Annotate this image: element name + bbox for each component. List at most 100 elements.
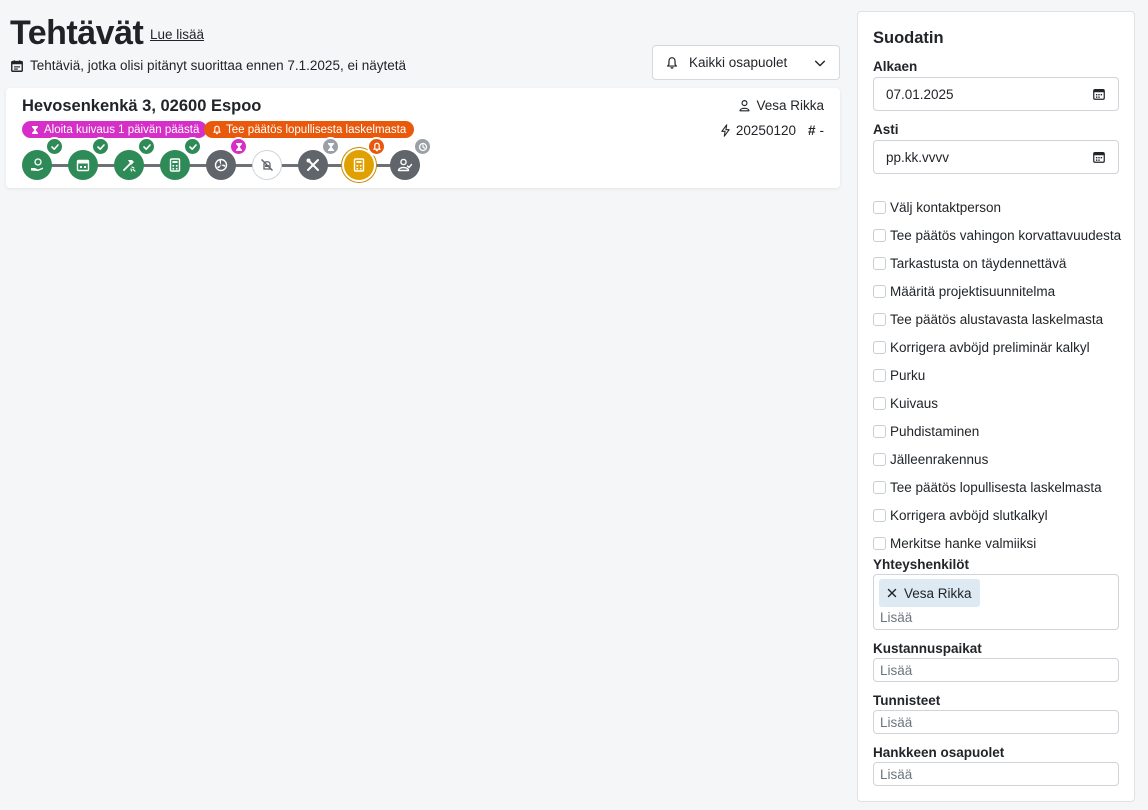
close-icon[interactable] bbox=[887, 588, 897, 598]
checkbox-item[interactable]: Tee päätös alustavasta laskelmasta bbox=[873, 305, 1133, 333]
parties-select-value: Kaikki osapuolet bbox=[689, 55, 788, 70]
checkbox-label: Määritä projektisuunnitelma bbox=[890, 283, 1056, 299]
checkbox-item[interactable]: Kuivaus bbox=[873, 389, 1133, 417]
step-approval[interactable] bbox=[390, 137, 432, 180]
calendar-icon[interactable] bbox=[1092, 87, 1106, 101]
step-mark bbox=[91, 137, 110, 156]
badge-label: Aloita kuivaus 1 päivän päästä bbox=[44, 123, 200, 136]
to-label: Asti bbox=[873, 122, 899, 137]
step-drying[interactable] bbox=[206, 137, 248, 180]
from-date-input[interactable]: 07.01.2025 bbox=[873, 77, 1119, 111]
project-parties-input[interactable]: Lisää bbox=[873, 762, 1119, 786]
step-mark bbox=[45, 137, 64, 156]
checkbox-item[interactable]: Tarkastusta on täydennettävä bbox=[873, 249, 1133, 277]
checkbox[interactable] bbox=[873, 228, 886, 242]
hourglass-icon bbox=[235, 142, 242, 151]
task-address: Hevosenkenkä 3, 02600 Espoo bbox=[22, 97, 262, 115]
calendar-icon bbox=[76, 159, 90, 172]
tags-input[interactable]: Lisää bbox=[873, 710, 1119, 734]
checkbox-label: Kuivaus bbox=[890, 395, 939, 411]
checkbox[interactable] bbox=[873, 368, 886, 382]
checkbox[interactable] bbox=[873, 452, 886, 466]
check-icon bbox=[188, 143, 197, 150]
checkbox-label: Tee päätös vahingon korvattavuudesta bbox=[890, 227, 1122, 243]
calendar-icon[interactable] bbox=[1092, 150, 1106, 164]
contact-chip-label: Vesa Rikka bbox=[904, 585, 972, 601]
checkbox-item[interactable]: Merkitse hanke valmiiksi bbox=[873, 529, 1133, 557]
to-date-input[interactable]: pp.kk.vvvv bbox=[873, 140, 1119, 174]
bell-icon bbox=[667, 56, 677, 69]
badge-label: Tee päätös lopullisesta laskelmasta bbox=[226, 123, 407, 136]
checkbox-label: Merkitse hanke valmiiksi bbox=[890, 535, 1037, 551]
filter-panel: Suodatin Alkaen 07.01.2025 Asti pp.kk.vv… bbox=[857, 11, 1135, 802]
check-icon bbox=[50, 143, 59, 150]
checkbox-item[interactable]: Korrigera avböjd preliminär kalkyl bbox=[873, 333, 1133, 361]
project-parties-label: Hankkeen osapuolet bbox=[873, 745, 1005, 760]
step-final-estimate[interactable] bbox=[344, 137, 386, 180]
checkbox[interactable] bbox=[873, 396, 886, 410]
hourglass-icon bbox=[327, 142, 334, 151]
task-type-checklist: Välj kontaktperson Tee päätös vahingon k… bbox=[873, 193, 1133, 557]
workflow-steps bbox=[22, 137, 442, 183]
checkbox-label: Tee päätös alustavasta laskelmasta bbox=[890, 311, 1104, 327]
checkbox[interactable] bbox=[873, 480, 886, 494]
checkbox-item[interactable]: Välj kontaktperson bbox=[873, 193, 1133, 221]
checkbox[interactable] bbox=[873, 340, 886, 354]
step-preliminary-estimate[interactable] bbox=[160, 137, 202, 180]
task-person: Vesa Rikka bbox=[738, 98, 824, 113]
bell-icon bbox=[213, 125, 221, 134]
checkbox-item[interactable]: Määritä projektisuunnitelma bbox=[873, 277, 1133, 305]
hand-coin-icon bbox=[31, 158, 43, 171]
checkbox-item[interactable]: Purku bbox=[873, 361, 1133, 389]
checkbox[interactable] bbox=[873, 284, 886, 298]
task-id: 20250120 # - bbox=[719, 123, 824, 138]
step-mark bbox=[367, 137, 386, 156]
task-person-name: Vesa Rikka bbox=[756, 98, 824, 113]
check-icon bbox=[96, 143, 105, 150]
step-mark bbox=[321, 137, 340, 156]
checkbox-item[interactable]: Korrigera avböjd slutkalkyl bbox=[873, 501, 1133, 529]
lightning-icon bbox=[721, 124, 730, 137]
checkbox[interactable] bbox=[873, 424, 886, 438]
task-number-value: - bbox=[819, 123, 825, 138]
checkbox[interactable] bbox=[873, 256, 886, 270]
spray-off-icon bbox=[261, 159, 273, 171]
step-cleaning[interactable] bbox=[252, 150, 282, 180]
step-inspection[interactable] bbox=[114, 137, 156, 180]
notice-text: Tehtäviä, jotka olisi pitänyt suorittaa … bbox=[30, 58, 406, 73]
cost-centers-label: Kustannuspaikat bbox=[873, 641, 982, 656]
tools-icon bbox=[306, 158, 319, 171]
checkbox-item[interactable]: Tee päätös vahingon korvattavuudesta bbox=[873, 221, 1133, 249]
contact-chip[interactable]: Vesa Rikka bbox=[879, 579, 980, 607]
fan-icon bbox=[214, 158, 228, 172]
checkbox-label: Purku bbox=[890, 367, 926, 383]
checkbox-label: Välj kontaktperson bbox=[890, 199, 1002, 215]
checkbox[interactable] bbox=[873, 508, 886, 522]
checkbox-label: Tee päätös lopullisesta laskelmasta bbox=[890, 479, 1102, 495]
checkbox-item[interactable]: Tee päätös lopullisesta laskelmasta bbox=[873, 473, 1133, 501]
task-id-value: 20250120 bbox=[735, 123, 796, 138]
checkbox-item[interactable]: Puhdistaminen bbox=[873, 417, 1133, 445]
step-payment[interactable] bbox=[22, 137, 64, 180]
filter-title: Suodatin bbox=[873, 29, 944, 47]
calculator-icon bbox=[353, 158, 365, 172]
checkbox-item[interactable]: Jälleenrakennus bbox=[873, 445, 1133, 473]
contacts-input[interactable]: Vesa Rikka Lisää bbox=[873, 574, 1119, 630]
cost-centers-input[interactable]: Lisää bbox=[873, 658, 1119, 682]
checkbox-label: Korrigera avböjd preliminär kalkyl bbox=[890, 339, 1090, 355]
step-reconstruction[interactable] bbox=[298, 137, 340, 180]
task-card[interactable]: Hevosenkenkä 3, 02600 Espoo Vesa Rikka 2… bbox=[6, 88, 840, 188]
hidden-tasks-notice: Tehtäviä, jotka olisi pitänyt suorittaa … bbox=[10, 58, 406, 73]
checkbox-label: Korrigera avböjd slutkalkyl bbox=[890, 507, 1048, 523]
checkbox[interactable] bbox=[873, 536, 886, 550]
step-schedule[interactable] bbox=[68, 137, 110, 180]
step-mark bbox=[183, 137, 202, 156]
checkbox[interactable] bbox=[873, 312, 886, 326]
user-icon bbox=[739, 100, 750, 112]
from-label: Alkaen bbox=[873, 59, 918, 74]
clock-icon bbox=[418, 142, 427, 151]
parties-select[interactable]: Kaikki osapuolet bbox=[652, 45, 840, 80]
checkbox[interactable] bbox=[873, 200, 886, 214]
read-more-link[interactable]: Lue lisää bbox=[150, 27, 204, 42]
from-date-value: 07.01.2025 bbox=[886, 86, 954, 102]
